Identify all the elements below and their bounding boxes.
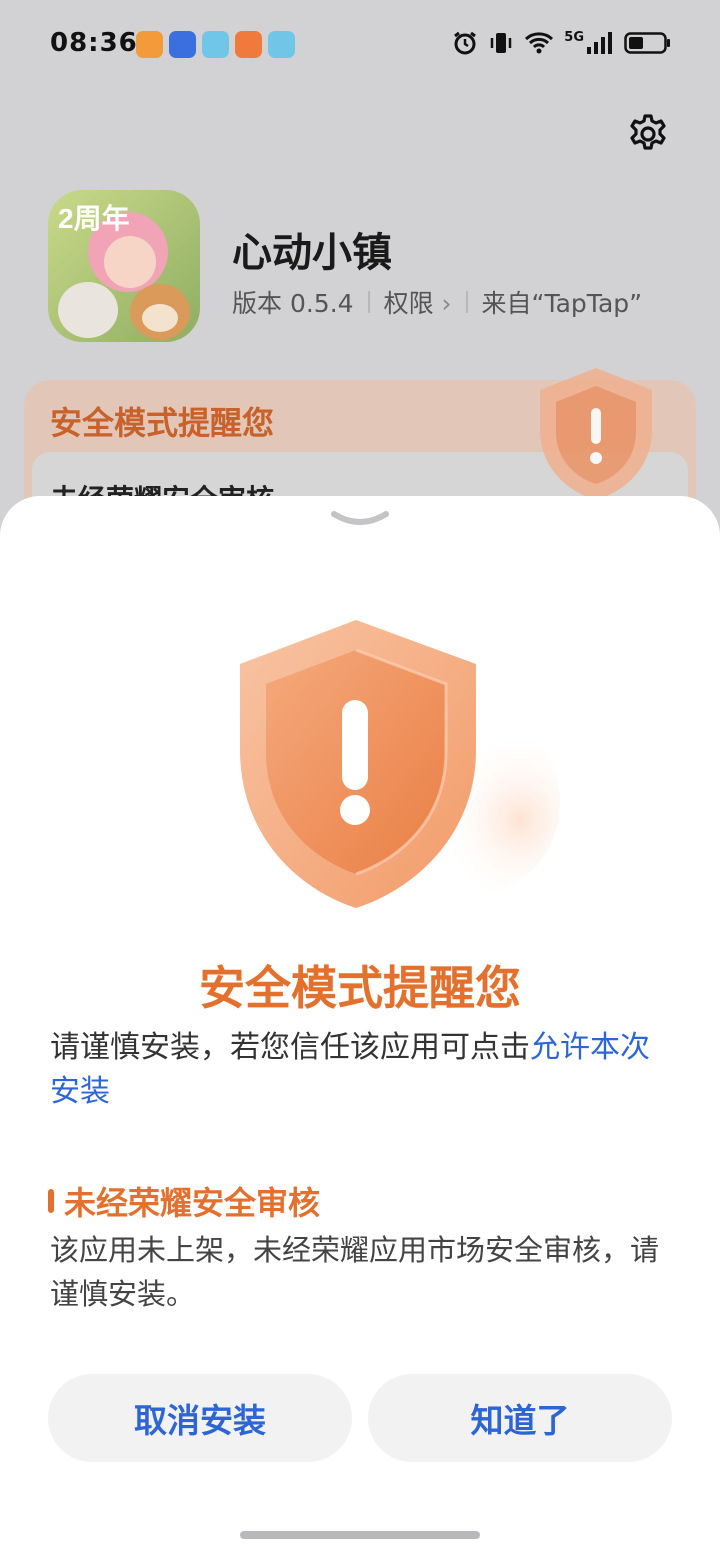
app-market-icon [169, 31, 196, 58]
video-app-icon [235, 31, 262, 58]
section-marker [48, 1189, 54, 1213]
wifi-icon [525, 32, 554, 54]
warning-shield-icon [240, 620, 560, 908]
section-title: 未经荣耀安全审核 [64, 1184, 321, 1222]
warning-shield-icon [540, 368, 652, 500]
gear-icon[interactable] [626, 112, 670, 156]
home-indicator[interactable] [240, 1531, 480, 1539]
reader-icon [268, 31, 295, 58]
permissions-link[interactable]: 权限 › [384, 284, 452, 320]
signal-icon [587, 32, 612, 54]
chevron-right-icon: › [433, 289, 452, 318]
status-time: 08:36 [50, 28, 138, 58]
notification-icons [136, 31, 295, 58]
sheet-description: 请谨慎安装，若您信任该应用可点击允许本次安装 [50, 1026, 676, 1114]
chevron-down-icon[interactable] [328, 508, 392, 530]
reader-icon [202, 31, 229, 58]
network-label: 5G [564, 29, 584, 45]
app-source: 来自“TapTap” [481, 289, 643, 318]
app-icon: 2周年 [48, 190, 200, 342]
sheet-title: 安全模式提醒您 [199, 961, 521, 1015]
status-bar: 08:36 5G [0, 0, 720, 92]
cancel-install-button[interactable]: 取消安装 [48, 1374, 352, 1462]
section-text: 该应用未上架，未经荣耀应用市场安全审核，请谨慎安装。 [50, 1233, 660, 1311]
section-header: 未经荣耀安全审核 [48, 1178, 320, 1224]
description-text: 请谨慎安装，若您信任该应用可点击 [50, 1030, 530, 1065]
app-meta: 版本 0.5.4 权限 › 来自“TapTap” [232, 284, 642, 320]
app-name: 心动小镇 [232, 230, 392, 276]
app-version: 版本 0.5.4 [232, 289, 354, 318]
battery-icon [624, 32, 670, 54]
acknowledge-button[interactable]: 知道了 [368, 1374, 672, 1462]
alarm-icon [454, 31, 477, 55]
vibrate-icon [491, 33, 512, 53]
card-title: 安全模式提醒您 [50, 404, 275, 442]
meta-divider [367, 291, 370, 313]
icon-badge: 2周年 [58, 202, 130, 234]
meta-divider [465, 291, 468, 313]
permissions-label: 权限 [383, 289, 434, 318]
status-right: 5G [452, 30, 672, 56]
health-icon [136, 31, 163, 58]
